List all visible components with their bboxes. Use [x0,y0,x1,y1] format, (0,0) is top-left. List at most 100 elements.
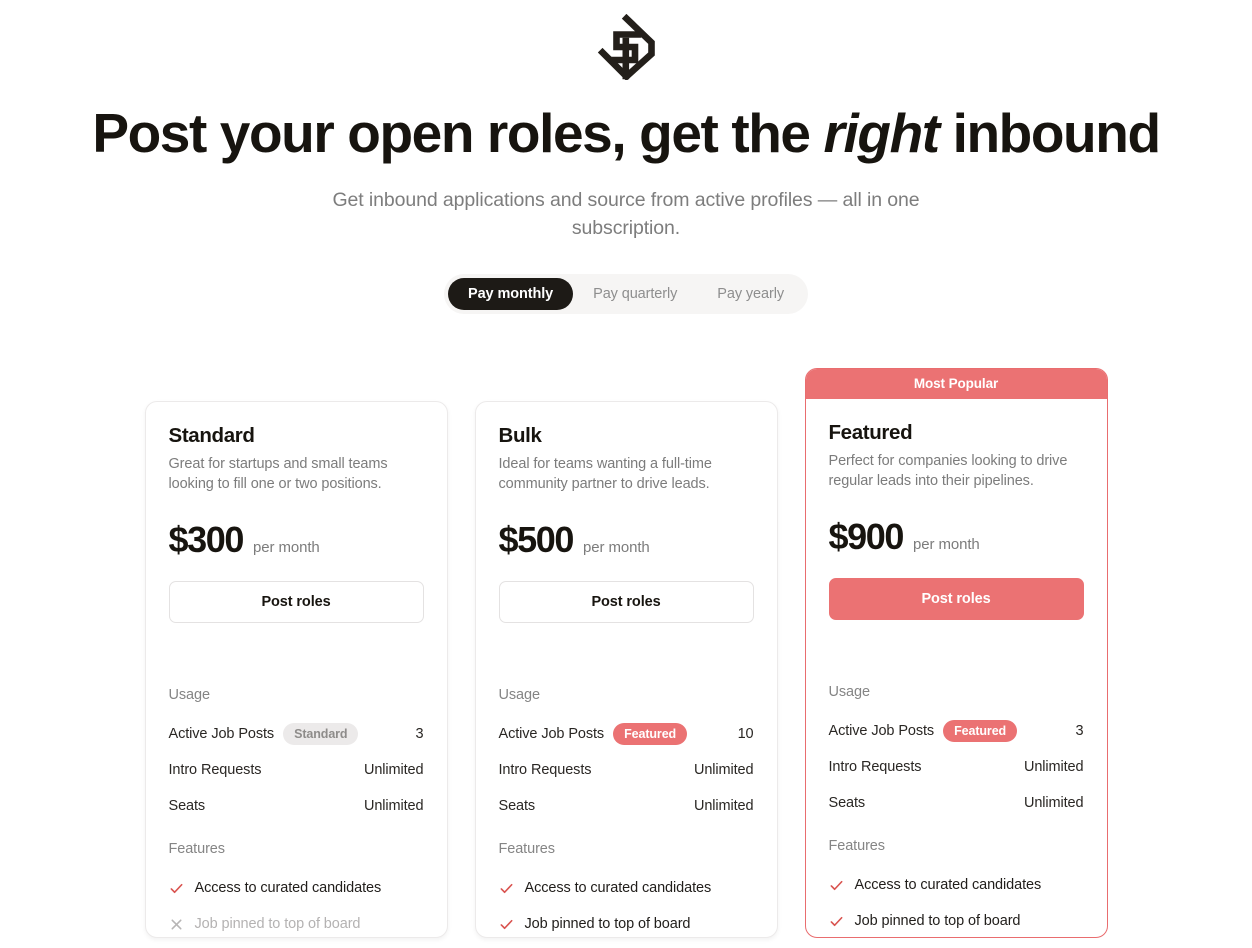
pallet-logo-icon [597,14,655,80]
usage-row-label: Active Job Posts [168,726,275,742]
usage-row-intro-requests: Intro Requests Unlimited [829,749,1084,785]
usage-row-label: Intro Requests [168,762,262,778]
check-icon [829,878,844,893]
headline-emphasis: right [823,102,941,164]
pricing-card-featured: Most Popular Featured Perfect for compan… [804,368,1108,938]
usage-section-label: Usage [828,684,871,700]
usage-row-badge: Featured [613,723,688,745]
features-list: Access to curated candidates Job pinned … [169,870,424,942]
feature-row: Job pinned to top of board [829,903,1084,937]
usage-row-label: Active Job Posts [828,723,935,739]
plan-period: per month [583,539,650,556]
usage-row-label: Intro Requests [828,759,922,775]
plan-description: Great for startups and small teams looki… [168,456,388,492]
billing-option-yearly[interactable]: Pay yearly [697,278,804,310]
usage-row-value: Unlimited [1023,759,1084,775]
check-icon [829,914,844,929]
plan-price: $300 [168,519,245,560]
features-section-label: Features [498,841,556,857]
usage-row-badge: Standard [283,723,359,745]
features-section-label: Features [168,841,226,857]
usage-row-value: 10 [737,726,754,742]
usage-row-label: Seats [498,798,536,814]
usage-row-active-job-posts: Active Job Posts Featured 3 [829,713,1084,749]
feature-row: Access to curated candidates [169,870,424,906]
pricing-card-bulk: Bulk Ideal for teams wanting a full-time… [474,401,778,938]
plan-price: $900 [828,516,905,557]
x-icon [169,917,184,932]
card-header-featured: Featured Perfect for companies looking t… [806,399,1107,620]
plan-period: per month [913,536,980,553]
usage-row-label: Intro Requests [498,762,592,778]
plan-name: Bulk [498,424,542,447]
check-icon [499,917,514,932]
billing-toggle[interactable]: Pay monthly Pay quarterly Pay yearly [444,274,808,314]
feature-label: Job pinned to top of board [854,913,1021,929]
brand-logo[interactable] [0,0,1252,86]
usage-row-active-job-posts: Active Job Posts Standard 3 [169,716,424,752]
pricing-card-standard: Standard Great for startups and small te… [144,401,448,938]
billing-toggle-row: Pay monthly Pay quarterly Pay yearly [0,274,1252,314]
usage-row-label: Seats [828,795,866,811]
features-list: Access to curated candidates Job pinned … [829,867,1084,937]
plan-period: per month [253,539,320,556]
feature-row: Job pinned to top of board [499,906,754,942]
feature-row: Access to curated candidates [499,870,754,906]
billing-option-quarterly[interactable]: Pay quarterly [573,278,697,310]
post-roles-button-standard[interactable]: Post roles [168,581,424,623]
plan-name: Featured [828,421,913,444]
plan-description: Perfect for companies looking to drive r… [828,453,1068,489]
card-spacer [146,623,447,667]
card-header-bulk: Bulk Ideal for teams wanting a full-time… [476,402,777,623]
usage-row-value: Unlimited [363,762,424,778]
price-row: $500 per month [499,519,754,561]
usage-row-seats: Seats Unlimited [499,788,754,824]
usage-row-value: 3 [415,726,424,742]
feature-row: Job pinned to top of board [169,906,424,942]
card-header-standard: Standard Great for startups and small te… [146,402,447,623]
usage-row-value: Unlimited [693,798,754,814]
post-roles-button-bulk[interactable]: Post roles [498,581,754,623]
check-icon [499,881,514,896]
card-body-standard: Usage Active Job Posts Standard 3 Intro … [146,667,447,942]
headline-part-2: inbound [938,102,1161,164]
billing-option-monthly[interactable]: Pay monthly [448,278,574,310]
pricing-page: Post your open roles, get the right inbo… [0,0,1252,948]
usage-row-active-job-posts: Active Job Posts Featured 10 [499,716,754,752]
features-section-label: Features [828,838,886,854]
plan-description: Ideal for teams wanting a full-time comm… [498,456,712,492]
feature-label: Access to curated candidates [194,880,382,896]
usage-row-seats: Seats Unlimited [169,788,424,824]
pricing-card-list: Standard Great for startups and small te… [0,368,1252,938]
card-body-bulk: Usage Active Job Posts Featured 10 Intro… [476,667,777,942]
feature-label: Access to curated candidates [854,877,1042,893]
usage-row-badge: Featured [943,720,1018,742]
page-title: Post your open roles, get the right inbo… [0,102,1252,164]
usage-section-label: Usage [498,687,541,703]
usage-section-label: Usage [168,687,211,703]
price-row: $900 per month [829,516,1084,558]
page-subtitle: Get inbound applications and source from… [332,189,920,239]
features-list: Access to curated candidates Job pinned … [499,870,754,942]
feature-label: Access to curated candidates [524,880,712,896]
usage-row-label: Seats [168,798,206,814]
usage-row-seats: Seats Unlimited [829,785,1084,821]
usage-row-value: 3 [1075,723,1084,739]
headline-part-1: Post your open roles, get the [92,102,824,164]
usage-row-value: Unlimited [363,798,424,814]
most-popular-banner: Most Popular [805,369,1107,399]
post-roles-button-featured[interactable]: Post roles [828,578,1084,620]
usage-row-value: Unlimited [1023,795,1084,811]
feature-row: Access to curated candidates [829,867,1084,903]
card-body-featured: Usage Active Job Posts Featured 3 Intro … [806,664,1107,937]
card-spacer [476,623,777,667]
usage-row-value: Unlimited [693,762,754,778]
usage-row-intro-requests: Intro Requests Unlimited [499,752,754,788]
check-icon [169,881,184,896]
feature-label: Job pinned to top of board [524,916,691,932]
plan-name: Standard [168,424,255,447]
plan-price: $500 [498,519,575,560]
card-spacer [806,620,1107,664]
usage-row-intro-requests: Intro Requests Unlimited [169,752,424,788]
feature-label: Job pinned to top of board [194,916,361,932]
